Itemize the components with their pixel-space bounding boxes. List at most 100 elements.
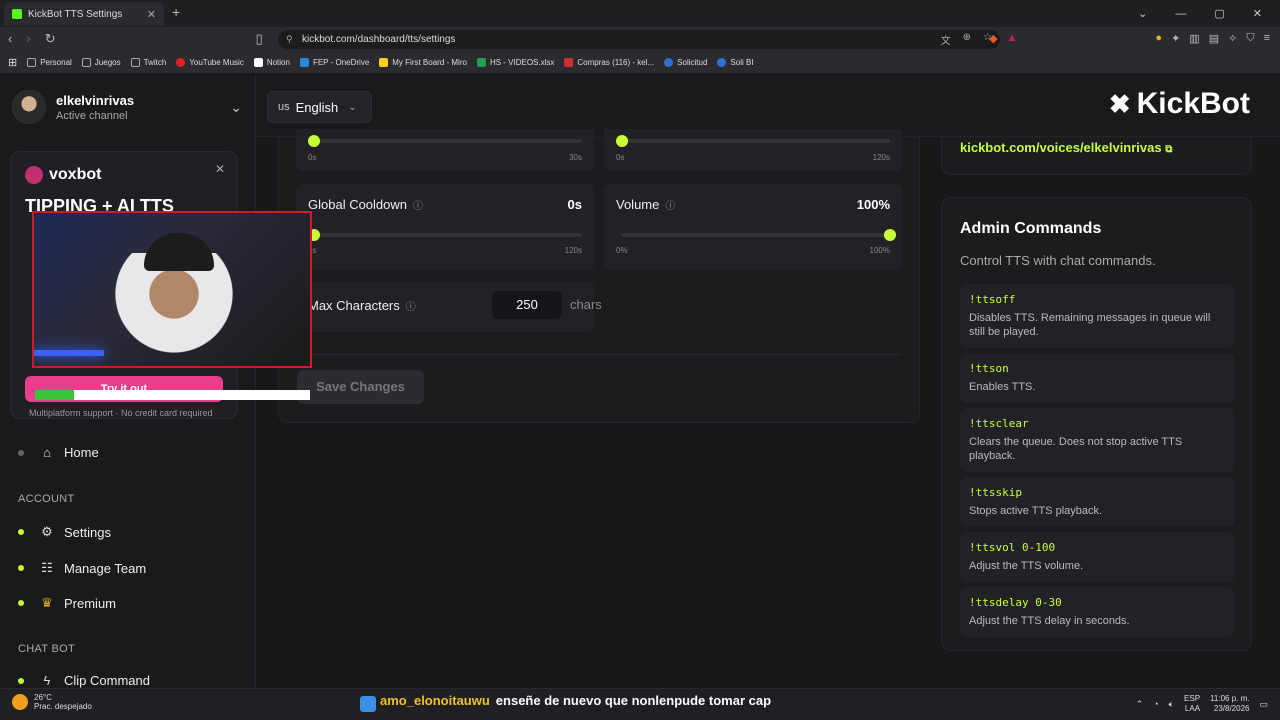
volume-slider[interactable] — [622, 229, 896, 241]
kickbot-mark-icon: ✖ — [1108, 88, 1131, 119]
zoom-icon[interactable]: ⊕ — [963, 32, 971, 47]
promo-footer: Multiplatform support · No credit card r… — [29, 408, 213, 418]
voices-page-link[interactable]: kickbot.com/voices/elkelvinrivas ⧉ — [960, 140, 1172, 155]
bookmark-item[interactable]: HS - VIDEOS.xlsx — [476, 58, 554, 67]
slider-max: 100% — [869, 246, 890, 255]
clock[interactable]: 11:06 p. m. 23/8/2026 — [1210, 694, 1249, 714]
slider-thumb[interactable] — [616, 135, 628, 147]
stream-goal-progress — [35, 390, 310, 400]
slider-track[interactable] — [308, 135, 582, 147]
bookmark-item[interactable]: My First Board - Miro — [379, 58, 467, 67]
channel-switcher[interactable]: elkelvinrivas Active channel ⌄ — [12, 87, 242, 127]
admin-commands-title: Admin Commands — [960, 220, 1102, 237]
minimize-icon[interactable]: — — [1175, 8, 1186, 20]
bookmark-icon[interactable]: ▯ — [256, 31, 263, 47]
weather-icon — [12, 694, 28, 710]
rewards-icon[interactable]: ▲ — [1007, 32, 1018, 45]
us-flag-icon: us — [278, 101, 290, 113]
max-characters-input[interactable]: 250 — [492, 291, 562, 319]
wifi-icon[interactable]: ◔ — [1153, 699, 1158, 709]
url-bar[interactable]: ⚲ kickbot.com/dashboard/tts/settings 文 ⊕ ☆ — [278, 30, 1000, 49]
browser-tab[interactable]: KickBot TTS Settings ✕ — [4, 2, 164, 26]
tab-bar: KickBot TTS Settings ✕ + ⌄ — ▢ ✕ — [0, 0, 1280, 27]
cap-shape — [144, 233, 214, 271]
new-tab-icon[interactable]: + — [172, 4, 180, 20]
maximize-icon[interactable]: ▢ — [1214, 7, 1224, 20]
slider-thumb[interactable] — [308, 135, 320, 147]
close-icon[interactable]: ✕ — [215, 162, 225, 176]
slider-max: 30s — [569, 153, 582, 162]
slider-min: 0% — [616, 246, 628, 255]
back-icon[interactable]: ‹ — [8, 31, 12, 47]
slider-thumb[interactable] — [884, 229, 896, 241]
lang-indicator[interactable]: ESP LAA — [1184, 694, 1200, 714]
vpn-icon[interactable]: ⛉ — [1246, 32, 1254, 45]
tab-list-icon[interactable]: ⌄ — [1138, 7, 1147, 20]
global-cooldown-label: Global Cooldown ⓘ — [308, 197, 424, 212]
coin-icon[interactable]: ● — [1155, 32, 1162, 45]
sidebar-item-premium[interactable]: ♛ Premium — [18, 595, 116, 611]
bookmark-item[interactable]: Notion — [253, 58, 290, 67]
avatar — [12, 90, 46, 124]
bolt-icon: ϟ — [43, 673, 51, 688]
kickbot-app: elkelvinrivas Active channel ⌄ voxbot ✕ … — [0, 75, 1280, 688]
tts-settings-panel: 0s 30s 0s 120s Global Cooldown ⓘ 0s 0s 12… — [278, 129, 920, 423]
forward-icon[interactable]: › — [26, 31, 30, 47]
extensions-icon[interactable]: ✦ — [1171, 32, 1180, 45]
apps-grid-icon[interactable]: ⊞ — [8, 56, 17, 69]
wallet-icon[interactable]: ▤ — [1209, 32, 1219, 45]
notifications-icon[interactable]: ▭ — [1259, 699, 1268, 710]
info-icon[interactable]: ⓘ — [406, 302, 416, 313]
sidebar-item-settings[interactable]: ⚙ Settings — [18, 524, 111, 540]
weather-widget[interactable]: 26°C Prac. despejado — [12, 693, 92, 711]
admin-commands-description: Control TTS with chat commands. — [960, 253, 1156, 268]
bookmark-item[interactable]: Solicitud — [664, 58, 707, 67]
status-dot — [18, 529, 24, 535]
window-controls: ⌄ — ▢ ✕ — [1138, 0, 1280, 27]
language-selector[interactable]: us English ⌄ — [267, 91, 372, 123]
max-characters-label: Max Characters ⓘ — [308, 298, 416, 313]
bookmark-item[interactable]: Juegos — [81, 58, 121, 67]
section-chat-bot: CHAT BOT — [18, 643, 75, 655]
sidebar-toggle-icon[interactable]: ▥ — [1189, 32, 1199, 45]
divider — [297, 354, 901, 355]
bookmark-item[interactable]: FEP - OneDrive — [299, 58, 369, 67]
bookmark-item[interactable]: YouTube Music — [176, 58, 244, 67]
slider-min: 0s — [616, 153, 625, 162]
slider-track[interactable] — [616, 135, 890, 147]
command-item: !ttsdelay 0-30 Adjust the TTS delay in se… — [960, 587, 1234, 637]
close-window-icon[interactable]: ✕ — [1253, 7, 1262, 20]
kickbot-logo[interactable]: ✖ KickBot — [1109, 87, 1250, 121]
site-info-icon[interactable]: ⚲ — [286, 34, 293, 45]
tab-title: KickBot TTS Settings — [28, 8, 123, 20]
home-icon: ⌂ — [43, 445, 51, 460]
slider-max: 120s — [564, 246, 582, 255]
slider-min: 0s — [308, 153, 317, 162]
reload-icon[interactable]: ↻ — [45, 31, 56, 47]
bookmark-item[interactable]: Personal — [27, 58, 72, 67]
volume-icon[interactable]: 🔈︎ — [1169, 699, 1174, 710]
global-cooldown-slider[interactable] — [308, 229, 582, 241]
sidebar-item-manage-team[interactable]: ☷ Manage Team — [18, 560, 146, 576]
system-tray: ⌃ ◔ 🔈︎ ESP LAA 11:06 p. m. 23/8/2026 ▭ — [1136, 694, 1268, 714]
progress-fill — [35, 390, 74, 400]
info-icon[interactable]: ⓘ — [413, 201, 423, 212]
info-icon[interactable]: ⓘ — [665, 201, 675, 212]
save-changes-button[interactable]: Save Changes — [297, 370, 424, 404]
sidebar-item-home[interactable]: ⌂ Home — [18, 445, 99, 460]
translate-icon[interactable]: 文 — [941, 32, 951, 47]
bookmark-item[interactable]: Twitch — [130, 58, 166, 67]
bookmark-item[interactable]: Compras (116) - kel... — [564, 58, 654, 67]
slider-max: 120s — [872, 153, 890, 162]
bookmark-item[interactable]: Soli BI — [717, 58, 754, 67]
close-tab-icon[interactable]: ✕ — [147, 8, 156, 21]
webcam-overlay — [32, 211, 312, 368]
leo-icon[interactable]: ✧ — [1228, 32, 1237, 45]
volume-card: Volume ⓘ 100% 0% 100% — [604, 184, 902, 270]
command-item: !ttsskip Stops active TTS playback. — [960, 477, 1234, 527]
tray-expand-icon[interactable]: ⌃ — [1136, 699, 1144, 710]
start-icon[interactable] — [360, 696, 376, 712]
menu-icon[interactable]: ≡ — [1264, 32, 1270, 45]
sidebar-item-clip-command[interactable]: ϟ Clip Command — [18, 673, 150, 688]
brave-shield-icon[interactable]: ◆ — [989, 32, 997, 45]
